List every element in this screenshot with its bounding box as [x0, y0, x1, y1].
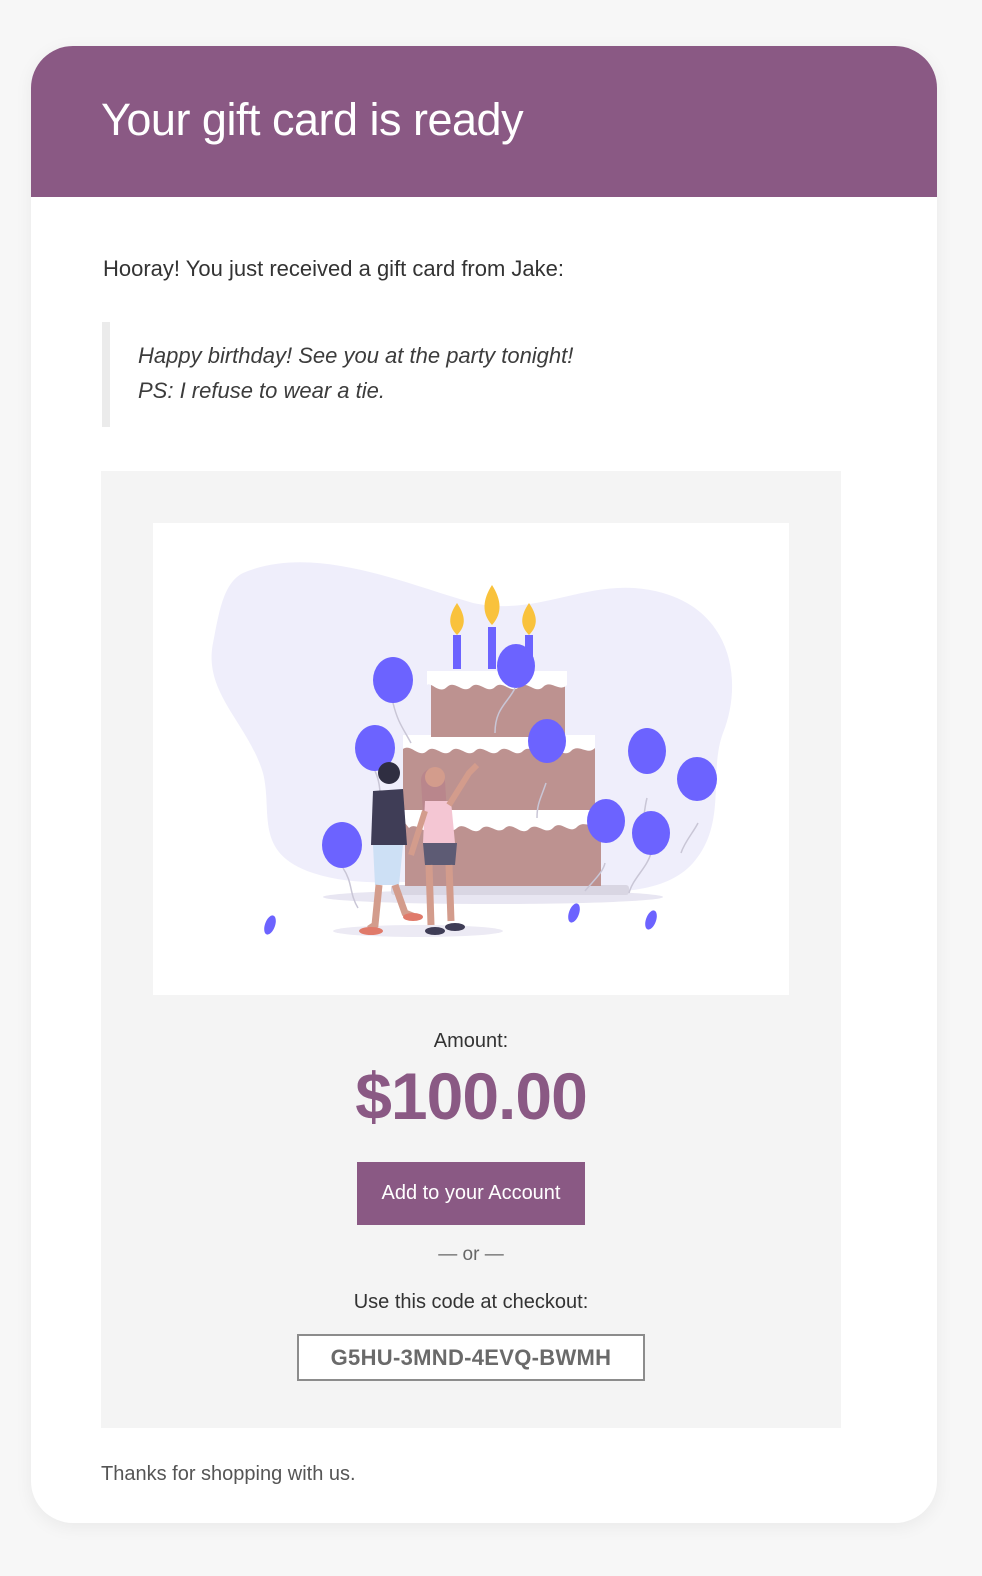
leaf: [568, 903, 580, 923]
quote-line-2: PS: I refuse to wear a tie.: [138, 378, 386, 403]
people-shadow: [333, 925, 503, 937]
intro-text: Hooray! You just received a gift card fr…: [103, 256, 565, 281]
code-label: Use this code at checkout:: [353, 1291, 589, 1313]
balloon: [628, 728, 666, 774]
thanks-text: Thanks for shopping with us.: [101, 1463, 356, 1485]
amount-label: Amount:: [433, 1030, 509, 1052]
leaf: [264, 915, 276, 935]
balloon: [373, 657, 413, 703]
candle-middle: [488, 627, 496, 669]
balloon: [587, 799, 625, 843]
birthday-cake-illustration: [153, 523, 789, 995]
or-separator: — or —: [438, 1244, 504, 1265]
balloon: [528, 719, 566, 763]
gift-card-panel: Amount: $100.00 Add to your Account — or…: [101, 471, 841, 1428]
candle-left: [453, 635, 461, 669]
balloon: [322, 822, 362, 868]
balloon: [677, 757, 717, 801]
email-header: Your gift card is ready: [31, 46, 937, 197]
balloon: [497, 644, 535, 688]
email-card: Your gift card is ready Hooray! You just…: [31, 46, 937, 1523]
email-title: Your gift card is ready: [101, 94, 524, 145]
sender-message-quote: Happy birthday! See you at the party ton…: [102, 322, 702, 427]
quote-line-1: Happy birthday! See you at the party ton…: [138, 343, 574, 368]
leaf: [645, 910, 657, 930]
balloon: [632, 811, 670, 855]
add-to-account-button[interactable]: Add to your Account: [357, 1162, 585, 1225]
gift-card-amount: $100.00: [355, 1059, 588, 1133]
gift-card-code[interactable]: G5HU-3MND-4EVQ-BWMH: [297, 1334, 645, 1381]
